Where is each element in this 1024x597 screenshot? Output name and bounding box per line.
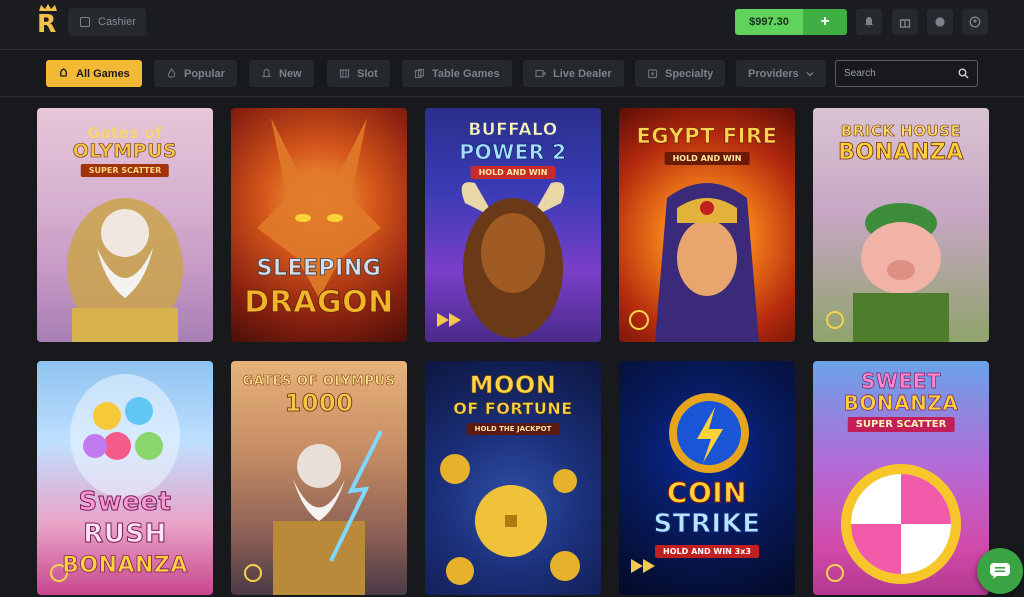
game-title-line2: DRAGON [244,285,394,320]
game-title-line1: BRICK HOUSE [840,122,962,140]
game-subtitle: SUPER SCATTER [80,164,170,177]
filter-label: Providers [748,67,799,80]
game-subtitle: HOLD THE JACKPOT [466,423,560,435]
game-tile-sweet-rush-bonanza[interactable]: Sweet RUSH BONANZA [37,361,213,595]
top-header: R Cashier $997.30 + [0,0,1024,50]
game-title-line2: OLYMPUS [72,140,178,162]
filter-providers-dropdown[interactable]: Providers [736,60,826,87]
globe-icon [935,17,945,27]
filter-all-games[interactable]: All Games [46,60,142,87]
wallet-icon [80,17,90,27]
game-tile-egypt-fire[interactable]: EGYPT FIRE HOLD AND WIN [619,108,795,342]
game-tile-brick-house-bonanza[interactable]: BRICK HOUSE BONANZA [813,108,989,342]
filter-label: Popular [184,67,225,80]
game-title-line1: GATES OF OLYMPUS [242,374,396,389]
filter-label: New [279,67,302,80]
profile-button[interactable] [962,9,988,35]
brand-logo[interactable]: R [36,4,60,38]
game-tile-sweet-bonanza-super-scatter[interactable]: SWEET BONANZA SUPER SCATTER [813,361,989,595]
cards-icon [414,68,425,79]
game-tile-coin-strike[interactable]: COIN STRIKE HOLD AND WIN 3x3 [619,361,795,595]
filter-label: Specialty [665,67,714,80]
game-title-line1: COIN [666,476,748,509]
user-icon [969,16,981,28]
game-title-line1: BUFFALO [468,120,558,140]
search-input[interactable] [844,65,954,82]
filter-popular[interactable]: Popular [154,60,237,87]
cashier-label: Cashier [98,16,136,28]
game-title-line2: BONANZA [843,391,959,415]
chevron-down-icon [806,71,814,76]
game-title-line1: Gates of [87,124,163,142]
game-title-line1: EGYPT FIRE [636,124,778,148]
filter-specialty[interactable]: Specialty [635,60,726,87]
game-tile-moon-of-fortune[interactable]: MOON OF FORTUNE HOLD THE JACKPOT [425,361,601,595]
game-title-line1: SLEEPING [256,256,382,281]
game-subtitle: HOLD AND WIN [470,166,556,179]
game-title-line2: STRIKE [653,509,761,539]
puzzle-icon [647,69,658,79]
game-subtitle: HOLD AND WIN [664,152,750,165]
game-title-line2: OF FORTUNE [453,399,573,418]
filter-label: All Games [76,67,130,80]
game-tile-gates-of-olympus-super-scatter[interactable]: Gates of OLYMPUS SUPER SCATTER [37,108,213,342]
language-button[interactable] [927,9,953,35]
bell-icon [261,68,272,78]
game-title-line1: SWEET [861,369,941,393]
gift-icon [899,19,911,28]
game-title-line2: 1000 [284,389,354,417]
game-subtitle: HOLD AND WIN 3x3 [655,545,759,558]
game-tile-buffalo-power-2[interactable]: BUFFALO POWER 2 HOLD AND WIN [425,108,601,342]
live-chat-button[interactable] [977,548,1023,594]
filter-label: Live Dealer [553,67,612,80]
filter-table-games[interactable]: Table Games [402,60,512,87]
deposit-button[interactable]: + [803,9,847,35]
filter-label: Table Games [432,67,500,80]
slot-icon [339,69,350,78]
rocket-icon [59,68,68,77]
filter-live-dealer[interactable]: Live Dealer [523,60,624,87]
notifications-button[interactable] [856,9,882,35]
chat-bubble-icon [990,563,1010,579]
game-subtitle: SUPER SCATTER [847,417,955,432]
search-icon[interactable] [958,68,969,79]
logo-letter: R [37,9,57,38]
filter-label: Slot [357,67,378,80]
video-icon [535,69,546,78]
search-box [835,60,978,87]
game-subtitle: BONANZA [62,553,188,578]
game-title-line1: MOON [469,371,557,399]
game-title-line2: POWER 2 [459,140,567,164]
cashier-button[interactable]: Cashier [68,8,146,36]
game-tile-sleeping-dragon[interactable]: SLEEPING DRAGON [231,108,407,342]
game-title-line2: BONANZA [838,140,964,165]
bell-icon [865,17,873,27]
rewards-button[interactable] [892,9,918,35]
filter-new[interactable]: New [249,60,314,87]
balance-display[interactable]: $997.30 [735,9,803,35]
filter-slot[interactable]: Slot [327,60,390,87]
flame-icon [167,68,176,78]
game-title-line1: Sweet [78,487,172,517]
game-tile-gates-of-olympus-1000[interactable]: GATES OF OLYMPUS 1000 [231,361,407,595]
game-title-line2: RUSH [83,519,167,549]
